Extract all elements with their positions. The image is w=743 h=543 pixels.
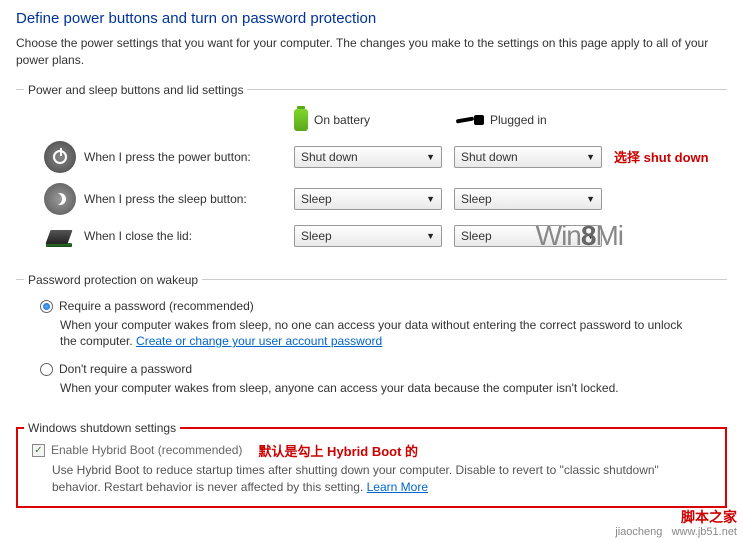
password-section: Password protection on wakeup Require a … bbox=[16, 273, 727, 409]
plugged-in-header: Plugged in bbox=[490, 113, 547, 127]
buttons-legend: Power and sleep buttons and lid settings bbox=[24, 83, 247, 97]
on-battery-header: On battery bbox=[314, 113, 370, 127]
no-password-radio[interactable] bbox=[40, 363, 53, 376]
columns-header: On battery Plugged in bbox=[294, 109, 719, 131]
sleep-icon bbox=[44, 183, 76, 215]
power-icon bbox=[44, 141, 76, 173]
page-subtitle: Choose the power settings that you want … bbox=[16, 35, 727, 69]
plug-icon bbox=[456, 113, 484, 127]
hybrid-boot-desc: Use Hybrid Boot to reduce startup times … bbox=[24, 460, 719, 498]
hybrid-boot-label: Enable Hybrid Boot (recommended) bbox=[51, 443, 242, 457]
sleep-button-row: When I press the sleep button: Sleep Sle… bbox=[24, 183, 719, 215]
battery-icon bbox=[294, 109, 308, 131]
annotation-hybrid: 默认是勾上 Hybrid Boot 的 bbox=[258, 441, 418, 460]
require-password-radio[interactable] bbox=[40, 300, 53, 313]
sleep-plugged-dropdown[interactable]: Sleep bbox=[454, 188, 602, 210]
sleep-button-label: When I press the sleep button: bbox=[84, 192, 294, 206]
account-password-link[interactable]: Create or change your user account passw… bbox=[136, 334, 382, 348]
shutdown-legend: Windows shutdown settings bbox=[24, 421, 180, 435]
no-password-desc: When your computer wakes from sleep, any… bbox=[24, 378, 719, 405]
lid-plugged-dropdown[interactable]: Sleep bbox=[454, 225, 602, 247]
power-plugged-dropdown[interactable]: Shut down bbox=[454, 146, 602, 168]
power-button-label: When I press the power button: bbox=[84, 150, 294, 164]
sleep-battery-dropdown[interactable]: Sleep bbox=[294, 188, 442, 210]
lid-battery-dropdown[interactable]: Sleep bbox=[294, 225, 442, 247]
corner-watermark: 脚本之家 jiaocheng www.jb51.net bbox=[615, 509, 737, 539]
power-battery-dropdown[interactable]: Shut down bbox=[294, 146, 442, 168]
shutdown-section: Windows shutdown settings ✓ Enable Hybri… bbox=[16, 421, 727, 508]
page-title: Define power buttons and turn on passwor… bbox=[16, 10, 727, 27]
buttons-section: Power and sleep buttons and lid settings… bbox=[16, 83, 727, 261]
power-button-row: When I press the power button: Shut down… bbox=[24, 141, 719, 173]
learn-more-link[interactable]: Learn More bbox=[367, 480, 428, 494]
hybrid-boot-checkbox[interactable]: ✓ bbox=[32, 444, 45, 457]
password-legend: Password protection on wakeup bbox=[24, 273, 202, 287]
lid-label: When I close the lid: bbox=[84, 229, 294, 243]
no-password-label: Don't require a password bbox=[59, 362, 192, 376]
lid-icon bbox=[44, 225, 76, 247]
require-password-desc: When your computer wakes from sleep, no … bbox=[24, 315, 719, 359]
annotation-shutdown: 选择 shut down bbox=[614, 147, 709, 166]
require-password-label: Require a password (recommended) bbox=[59, 299, 254, 313]
lid-row: When I close the lid: Sleep Sleep bbox=[24, 225, 719, 247]
